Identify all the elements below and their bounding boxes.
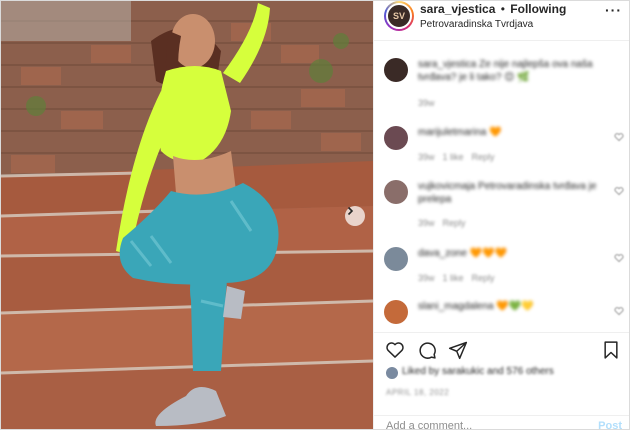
author-username[interactable]: sara_vjestica	[420, 2, 495, 16]
heart-icon[interactable]	[614, 253, 624, 263]
comment-text: slani_magdalena 🧡💚💛	[418, 301, 534, 312]
comment-item: marijuletmarina 🧡 39w 1 like Reply	[384, 126, 624, 166]
comment-avatar[interactable]	[384, 300, 408, 324]
post-actions: Liked by sarakukic and 576 others APRIL …	[374, 332, 629, 429]
post-date: APRIL 18, 2022	[386, 388, 450, 397]
chevron-right-icon	[347, 206, 354, 216]
heart-icon[interactable]	[614, 186, 624, 196]
comment-button[interactable]	[416, 339, 438, 361]
comment-meta: 39w Reply	[418, 218, 466, 228]
comment-item: vujkovicmaja Petrovaradinska tvrđava je …	[384, 180, 624, 232]
comment-text: marijuletmarina 🧡	[418, 127, 502, 138]
post-side-panel: SV sara_vjestica • Following Petrovaradi…	[373, 1, 629, 429]
add-comment-input[interactable]	[386, 420, 576, 429]
comment-item: slani_magdalena 🧡💚💛	[384, 300, 624, 330]
post-photo-illustration	[1, 1, 373, 429]
liked-by-avatar[interactable]	[386, 367, 398, 379]
comment-meta: 39w 1 like Reply	[418, 273, 495, 283]
liked-by-text[interactable]: Liked by sarakukic and 576 others	[402, 366, 554, 377]
instagram-post-window: SV sara_vjestica • Following Petrovaradi…	[0, 0, 630, 430]
paper-plane-icon	[448, 341, 468, 360]
share-button[interactable]	[447, 339, 469, 361]
comment-text: dava_zone 🧡🧡🧡	[418, 248, 508, 259]
next-photo-button[interactable]	[345, 206, 365, 226]
comment-text: vujkovicmaja Petrovaradinska tvrđava je …	[418, 181, 597, 205]
add-comment-bar: Post	[374, 415, 629, 429]
comments-list[interactable]: sara_vjestica Ze nije najlepša ova naša …	[374, 42, 629, 332]
comment-item: dava_zone 🧡🧡🧡 39w 1 like Reply	[384, 247, 624, 287]
bookmark-icon	[604, 341, 618, 359]
follow-status-button[interactable]: Following	[510, 2, 566, 16]
post-location[interactable]: Petrovaradinska Tvrdjava	[420, 19, 533, 30]
caption-text: sara_vjestica Ze nije najlepša ova naša …	[418, 59, 593, 83]
caption-row: sara_vjestica Ze nije najlepša ova naša …	[384, 58, 624, 118]
comment-avatar[interactable]	[384, 126, 408, 150]
comment-bubble-icon	[419, 342, 436, 359]
like-button[interactable]	[384, 339, 406, 361]
reply-link[interactable]: Reply	[472, 273, 495, 283]
author-line: sara_vjestica • Following	[420, 2, 566, 16]
post-photo[interactable]	[1, 1, 373, 429]
author-avatar[interactable]: SV	[384, 1, 414, 31]
comment-avatar[interactable]	[384, 247, 408, 271]
comment-meta: 39w 1 like Reply	[418, 152, 495, 162]
more-dots-icon: ···	[605, 2, 622, 18]
more-options-button[interactable]: ···	[605, 2, 622, 18]
header-separator: •	[500, 2, 505, 16]
author-avatar-image: SV	[386, 3, 412, 29]
caption-meta: 39w	[418, 98, 435, 108]
post-header: SV sara_vjestica • Following Petrovaradi…	[374, 1, 629, 41]
heart-icon[interactable]	[614, 306, 624, 316]
comment-avatar[interactable]	[384, 180, 408, 204]
reply-link[interactable]: Reply	[443, 218, 466, 228]
heart-icon	[386, 342, 404, 358]
post-comment-button[interactable]: Post	[598, 420, 622, 429]
heart-icon[interactable]	[614, 132, 624, 142]
save-button[interactable]	[600, 339, 622, 361]
reply-link[interactable]: Reply	[472, 152, 495, 162]
caption-avatar[interactable]	[384, 58, 408, 82]
